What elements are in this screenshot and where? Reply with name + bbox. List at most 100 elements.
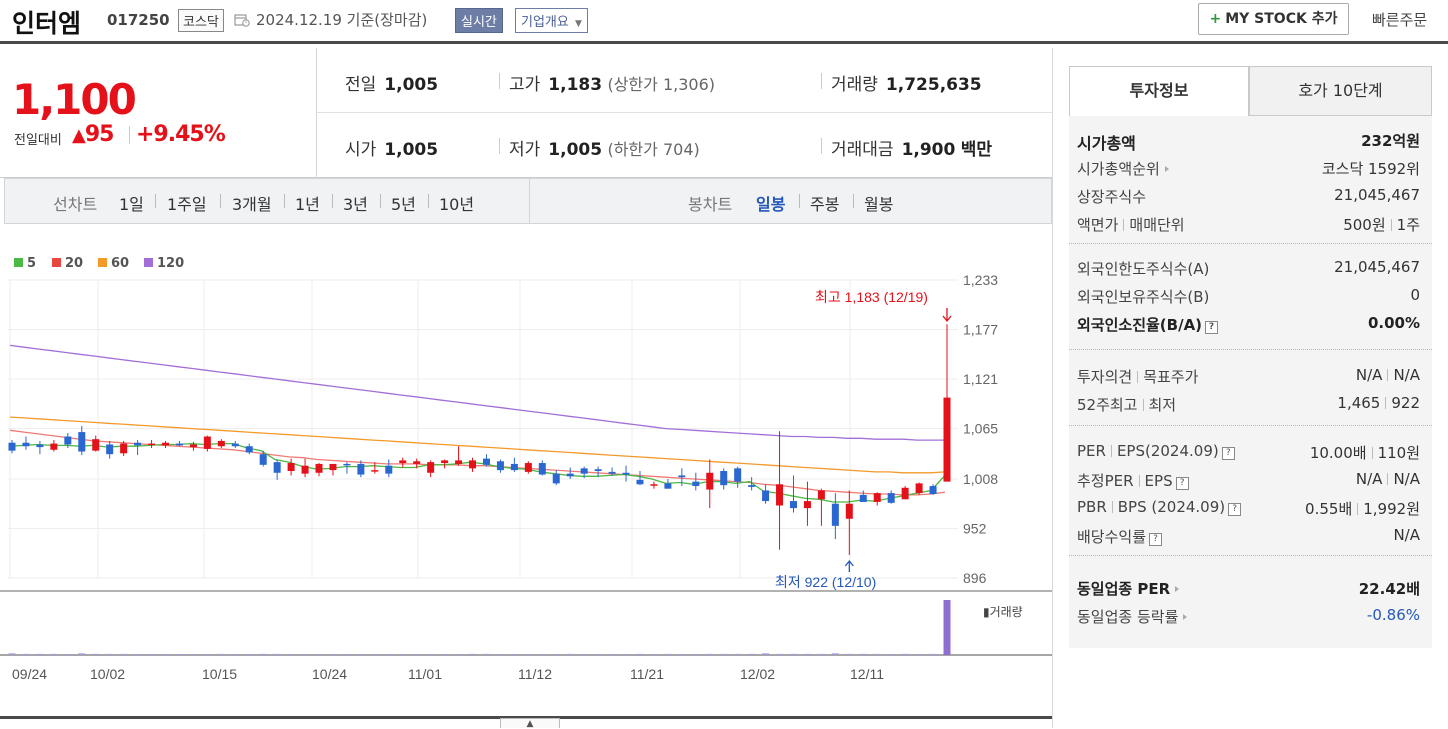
y-tick-label: 1,008 <box>963 471 998 487</box>
help-icon[interactable]: ? <box>1175 477 1189 490</box>
volume-bar <box>315 654 323 655</box>
help-icon[interactable]: ? <box>1149 533 1163 546</box>
divider <box>529 179 530 223</box>
price-row-1: 전일 1,005 고가 1,183 (상한가 1,306) 거래량 1,725,635 <box>317 48 1053 113</box>
candle-body <box>859 494 867 502</box>
x-tick-label: 10/15 <box>202 666 237 682</box>
trade-value-label: 거래대금 <box>831 140 894 160</box>
open-value: 1,005 <box>384 140 439 160</box>
sector-change-row: 동일업종 등락률 -0.86% <box>1077 602 1420 630</box>
prev-close-label: 전일 <box>345 75 377 95</box>
price-detail-grid: 전일 1,005 고가 1,183 (상한가 1,306) 거래량 1,725,635… <box>316 48 1053 178</box>
period-1y[interactable]: 1년 <box>295 191 320 215</box>
volume-bar <box>636 653 644 655</box>
divider <box>284 194 285 208</box>
sector-per-row: 동일업종 PER 22.42배 <box>1077 574 1420 602</box>
divider <box>220 194 221 208</box>
change-amount: ▲95 <box>72 122 114 147</box>
y-tick-label: 1,177 <box>963 322 998 338</box>
volume-bar <box>469 653 477 655</box>
period-daily[interactable]: 일봉 <box>756 191 785 215</box>
par-unit-label: 액면가 매매단위 <box>1077 216 1185 234</box>
volume-bar <box>287 654 295 655</box>
add-my-stock-button[interactable]: + MY STOCK 추가 <box>1198 3 1349 35</box>
quick-order-link[interactable]: 빠른주문 <box>1372 9 1427 30</box>
volume-cell: 거래량 1,725,635 <box>831 70 982 95</box>
period-weekly[interactable]: 주봉 <box>810 191 839 215</box>
candle-body <box>371 470 379 472</box>
period-3y[interactable]: 3년 <box>343 191 368 215</box>
volume-bar <box>371 654 379 655</box>
divider <box>499 73 500 89</box>
period-3m[interactable]: 3개월 <box>232 191 272 215</box>
trade-value-unit: 백만 <box>960 140 993 160</box>
candle-body <box>203 436 211 449</box>
volume-bar <box>817 653 825 655</box>
help-icon[interactable]: ? <box>1221 447 1235 460</box>
period-1d[interactable]: 1일 <box>119 191 144 215</box>
realtime-button[interactable]: 실시간 <box>455 8 503 33</box>
divider <box>155 194 156 208</box>
divider <box>799 194 800 208</box>
arrow-right-icon <box>1175 586 1180 592</box>
volume-bar <box>734 653 742 655</box>
volume-bar <box>664 653 672 655</box>
candle-body <box>915 483 923 494</box>
w52-label: 52주최고 최저 <box>1077 396 1177 414</box>
volume-bar <box>831 653 839 655</box>
volume-bar <box>915 654 923 655</box>
volume-bar <box>873 653 881 655</box>
sector-change-label[interactable]: 동일업종 등락률 <box>1077 606 1188 627</box>
period-monthly[interactable]: 월봉 <box>864 191 893 215</box>
candle-body <box>580 468 588 474</box>
company-overview-dropdown[interactable]: 기업개요 ▼ <box>515 8 588 33</box>
candle-body <box>455 460 463 464</box>
period-5y[interactable]: 5년 <box>391 191 416 215</box>
candle-body <box>441 460 449 464</box>
dividend-row: 배당수익률? N/A <box>1077 522 1420 550</box>
collapse-chart-button[interactable]: ▲ <box>500 718 560 729</box>
prev-close-value: 1,005 <box>384 75 439 95</box>
volume-bar <box>148 654 156 655</box>
shares-label: 상장주식수 <box>1077 188 1147 206</box>
candle-body <box>748 485 756 487</box>
volume-bar <box>594 654 602 655</box>
volume-bar <box>706 653 714 655</box>
candle-body <box>329 463 337 471</box>
arrow-right-icon <box>1183 614 1188 620</box>
foreign-limit-value: 21,045,467 <box>1334 258 1420 276</box>
help-icon[interactable]: ? <box>1228 503 1242 516</box>
candle-body <box>245 446 253 453</box>
sector-per-label[interactable]: 동일업종 PER <box>1077 578 1180 599</box>
change-rate: +9.45% <box>136 122 226 147</box>
volume-legend-label: ▮거래량 <box>983 605 1023 619</box>
candle-chart-label: 봉차트 <box>688 195 733 214</box>
volume-bar <box>441 654 449 655</box>
upper-limit: (상한가 1,306) <box>607 75 716 94</box>
volume-bar <box>120 653 128 655</box>
candle-body <box>901 487 909 500</box>
tab-order-book[interactable]: 호가 10단계 <box>1249 66 1432 116</box>
volume-bar <box>943 600 951 655</box>
help-icon[interactable]: ? <box>1205 321 1219 334</box>
volume-bar <box>259 653 267 655</box>
stock-code: 017250 <box>107 11 170 29</box>
period-10y[interactable]: 10년 <box>439 191 474 215</box>
candle-body <box>162 442 170 446</box>
dividend-value: N/A <box>1393 526 1420 544</box>
low-value: 1,005 <box>548 140 603 160</box>
candle-body <box>217 440 225 447</box>
foreign-hold-row: 외국인보유주식수(B) 0 <box>1077 282 1420 310</box>
volume-bar <box>608 654 616 655</box>
volume-bar <box>301 654 309 655</box>
tab-investment-info[interactable]: 투자정보 <box>1069 66 1249 116</box>
period-1w[interactable]: 1주일 <box>167 191 207 215</box>
company-overview-label: 기업개요 <box>521 15 569 30</box>
volume-bar <box>496 654 504 655</box>
candlestick-chart[interactable]: 5 20 60 120 1,233 1,177 1,121 1,065 1,008 952… <box>0 250 1052 690</box>
est-per-row: 추정PER EPS? N/A N/A <box>1077 466 1420 494</box>
pbr-bps-row: PBR BPS (2024.09)? 0.55배 1,992원 <box>1077 494 1420 522</box>
volume-bar <box>692 654 700 655</box>
market-cap-rank-label[interactable]: 시가총액순위 <box>1077 158 1169 179</box>
candle-body <box>78 432 86 452</box>
